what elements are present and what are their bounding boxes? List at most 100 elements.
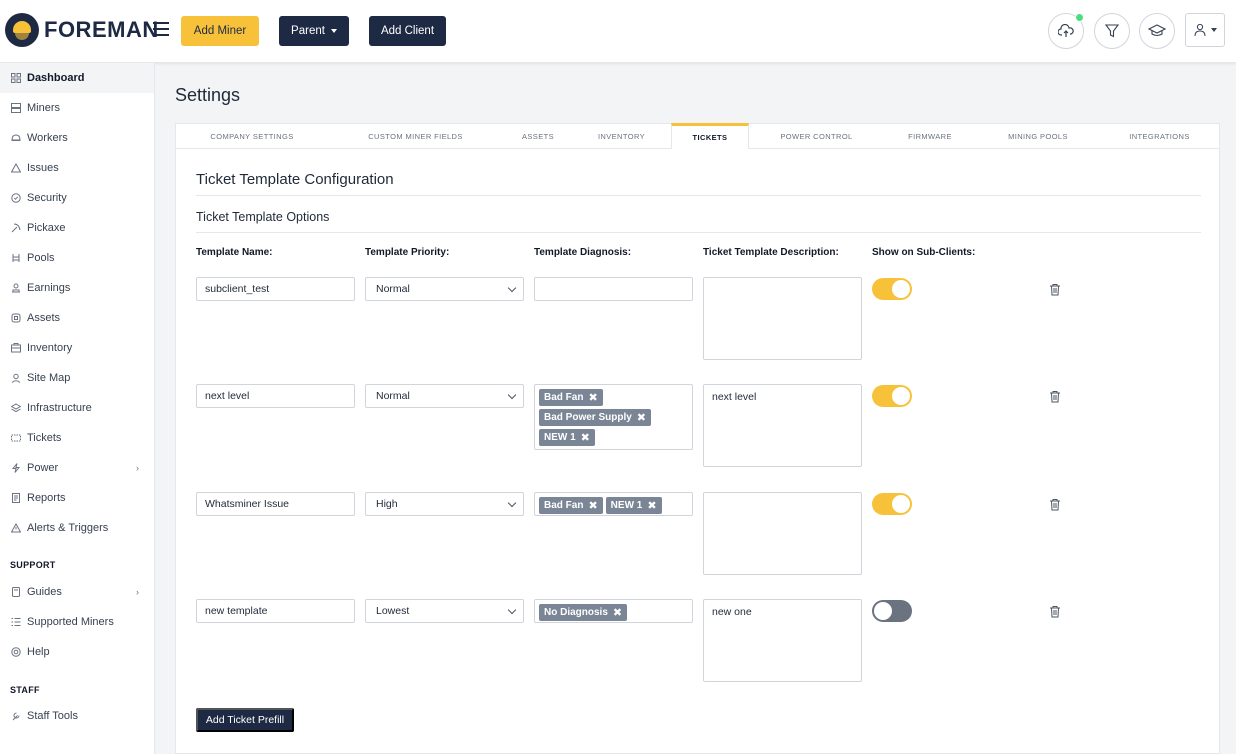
priority-value: High <box>376 498 398 510</box>
template-diagnosis-multiselect[interactable]: Bad Fan ✖ Bad Power Supply ✖ NEW 1 ✖ <box>534 384 693 450</box>
sidebar-item-pickaxe[interactable]: Pickaxe <box>0 213 154 243</box>
sidebar-item-earnings[interactable]: Earnings <box>0 273 154 303</box>
template-priority-select[interactable]: High <box>365 492 524 516</box>
tab-tickets[interactable]: TICKETS <box>671 123 749 149</box>
sidebar-item-staff-tools[interactable]: Staff Tools <box>0 701 154 731</box>
sidebar-item-infrastructure[interactable]: Infrastructure <box>0 393 154 423</box>
sidebar-item-guides[interactable]: Guides › <box>0 577 154 607</box>
trash-icon[interactable] <box>1049 390 1061 403</box>
tab-company-settings[interactable]: COMPANY SETTINGS <box>176 124 328 149</box>
sidebar-item-security[interactable]: Security <box>0 183 154 213</box>
sidebar-item-issues[interactable]: Issues <box>0 153 154 183</box>
show-on-subclients-toggle[interactable] <box>872 600 912 622</box>
sidebar-item-help[interactable]: Help <box>0 637 154 667</box>
logo-text[interactable]: FOREMAN <box>44 17 159 43</box>
sidebar-item-pools[interactable]: Pools <box>0 243 154 273</box>
template-priority-select[interactable]: Normal <box>365 277 524 301</box>
sidebar-item-label: Infrastructure <box>27 402 92 414</box>
show-on-subclients-toggle[interactable] <box>872 278 912 300</box>
user-menu-button[interactable] <box>1185 13 1225 47</box>
staff-heading: STAFF <box>10 685 40 695</box>
remove-tag-icon[interactable]: ✖ <box>588 499 597 512</box>
template-name-input[interactable]: next level <box>196 384 355 408</box>
tab-firmware[interactable]: FIRMWARE <box>883 124 977 149</box>
remove-tag-icon[interactable]: ✖ <box>647 499 656 512</box>
template-name-input[interactable]: Whatsminer Issue <box>196 492 355 516</box>
help-icon <box>10 647 21 658</box>
show-on-subclients-toggle[interactable] <box>872 385 912 407</box>
show-on-subclients-toggle[interactable] <box>872 493 912 515</box>
template-description-textarea[interactable]: next level <box>703 384 862 467</box>
sidebar-item-alerts-triggers[interactable]: Alerts & Triggers <box>0 513 154 543</box>
remove-tag-icon[interactable]: ✖ <box>588 391 597 404</box>
col-template-diagnosis: Template Diagnosis: <box>534 247 632 258</box>
add-client-button[interactable]: Add Client <box>369 16 446 46</box>
template-description-textarea[interactable] <box>703 277 862 360</box>
template-description-textarea[interactable] <box>703 492 862 575</box>
tab-power-control[interactable]: POWER CONTROL <box>750 124 883 149</box>
sidebar-item-inventory[interactable]: Inventory <box>0 333 154 363</box>
diagnosis-tag: NEW 1 ✖ <box>539 429 595 446</box>
sidebar-item-label: Workers <box>27 132 68 144</box>
trash-icon[interactable] <box>1049 283 1061 296</box>
col-template-name: Template Name: <box>196 247 273 258</box>
tab-integrations[interactable]: INTEGRATIONS <box>1099 124 1220 149</box>
divider <box>196 195 1201 196</box>
pickaxe-icon <box>10 223 21 234</box>
parent-dropdown-button[interactable]: Parent <box>279 16 349 46</box>
sidebar-item-label: Earnings <box>27 282 71 294</box>
remove-tag-icon[interactable]: ✖ <box>637 411 646 424</box>
trash-icon[interactable] <box>1049 605 1061 618</box>
settings-panel: COMPANY SETTINGS CUSTOM MINER FIELDS ASSET… <box>175 123 1220 754</box>
template-name-input[interactable]: new template <box>196 599 355 623</box>
sidebar-item-workers[interactable]: Workers <box>0 123 154 153</box>
sidebar-item-tickets[interactable]: Tickets <box>0 423 154 453</box>
template-diagnosis-multiselect[interactable] <box>534 277 693 301</box>
template-diagnosis-multiselect[interactable]: No Diagnosis ✖ <box>534 599 693 623</box>
template-priority-select[interactable]: Lowest <box>365 599 524 623</box>
template-diagnosis-multiselect[interactable]: Bad Fan ✖ NEW 1 ✖ <box>534 492 693 516</box>
chevron-right-icon: › <box>136 463 139 473</box>
tab-custom-miner-fields[interactable]: CUSTOM MINER FIELDS <box>328 124 503 149</box>
list-icon <box>10 617 21 628</box>
sidebar-item-site-map[interactable]: Site Map <box>0 363 154 393</box>
top-bar: FOREMAN Add Miner Parent Add Client <box>0 0 1236 63</box>
tab-assets[interactable]: ASSETS <box>503 124 573 149</box>
tab-mining-pools[interactable]: MINING POOLS <box>977 124 1099 149</box>
sidebar-item-supported-miners[interactable]: Supported Miners <box>0 607 154 637</box>
trash-icon[interactable] <box>1049 498 1061 511</box>
alert-icon <box>10 523 21 534</box>
diagnosis-tag-label: NEW 1 <box>544 432 576 443</box>
add-ticket-prefill-button[interactable]: Add Ticket Prefill <box>196 708 294 732</box>
sidebar-item-power[interactable]: Power › <box>0 453 154 483</box>
chevron-down-icon <box>507 390 517 400</box>
menu-toggle-icon[interactable] <box>153 22 169 36</box>
filter-button[interactable] <box>1094 13 1130 49</box>
bolt-icon <box>10 463 21 474</box>
diagnosis-tag-label: Bad Fan <box>544 392 584 403</box>
remove-tag-icon[interactable]: ✖ <box>613 606 622 619</box>
tab-inventory[interactable]: INVENTORY <box>573 124 670 149</box>
add-miner-button[interactable]: Add Miner <box>181 16 259 46</box>
chevron-right-icon: › <box>136 587 139 597</box>
sidebar-item-label: Miners <box>27 102 61 114</box>
sidebar: Dashboard Miners Workers Issues Security Pick… <box>0 63 155 754</box>
remove-tag-icon[interactable]: ✖ <box>581 431 590 444</box>
sidebar-item-dashboard[interactable]: Dashboard <box>0 63 154 93</box>
foreman-logo-icon[interactable] <box>5 13 39 47</box>
template-name-input[interactable]: subclient_test <box>196 277 355 301</box>
grid-icon <box>10 73 21 84</box>
sidebar-item-miners[interactable]: Miners <box>0 93 154 123</box>
template-priority-select[interactable]: Normal <box>365 384 524 408</box>
sidebar-item-label: Help <box>27 646 50 658</box>
sidebar-item-assets[interactable]: Assets <box>0 303 154 333</box>
col-template-description: Ticket Template Description: <box>703 247 839 258</box>
assets-icon <box>10 313 21 324</box>
academy-button[interactable] <box>1139 13 1175 49</box>
page-title: Settings <box>175 85 241 105</box>
pools-icon <box>10 253 21 264</box>
sidebar-item-reports[interactable]: Reports <box>0 483 154 513</box>
sidebar-item-label: Security <box>27 192 67 204</box>
template-description-textarea[interactable]: new one <box>703 599 862 682</box>
sidebar-item-label: Pools <box>27 252 55 264</box>
